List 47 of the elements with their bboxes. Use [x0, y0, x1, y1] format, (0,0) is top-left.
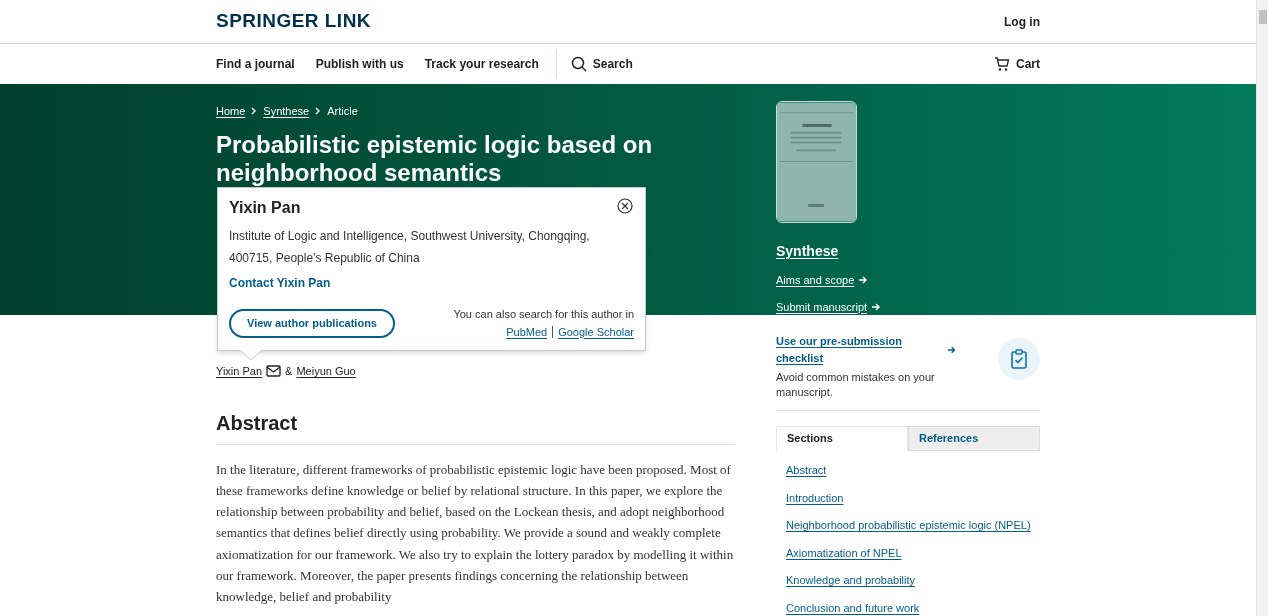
chevron-right-icon: [315, 107, 322, 116]
journal-link[interactable]: Submit manuscript: [776, 298, 882, 315]
nav-link[interactable]: Track your research: [424, 55, 539, 74]
author-affiliation: Institute of Logic and Intelligence, Southwest University, Chongqing, 400715, People’s Republic of China: [229, 228, 591, 267]
arrow-right-icon: [858, 275, 869, 286]
contact-author-link[interactable]: Contact Yixin Pan: [229, 274, 634, 292]
nav-link[interactable]: Find a journal: [216, 55, 295, 74]
section-link[interactable]: Conclusion and future work: [786, 599, 1040, 616]
section-link[interactable]: Abstract: [786, 462, 1040, 479]
arrow-right-icon: [946, 344, 956, 355]
search-note: You can also search for this author in: [453, 307, 634, 322]
popover-author-name: Yixin Pan: [229, 198, 301, 218]
site-logo[interactable]: SPRINGER LINK: [216, 7, 372, 36]
search-link[interactable]: Search: [570, 55, 633, 74]
arrow-right-icon: [871, 301, 882, 312]
author-search-link[interactable]: PubMed: [506, 323, 548, 340]
breadcrumb-link[interactable]: Home: [216, 103, 246, 120]
search-icon: [570, 56, 587, 73]
section-heading: Abstract: [216, 407, 735, 445]
scrollbar[interactable]: [1256, 0, 1268, 616]
author-search-link[interactable]: Google Scholar: [558, 323, 634, 340]
section-link[interactable]: Axiomatization of NPEL: [786, 544, 1040, 561]
section-link[interactable]: Introduction: [786, 489, 1040, 506]
author-separator: &: [285, 364, 293, 379]
checklist-link[interactable]: Use our pre-submission checklist: [776, 333, 956, 366]
chevron-right-icon: [251, 107, 258, 116]
view-publications-button[interactable]: View author publications: [229, 308, 395, 338]
checklist-text: Avoid common mistakes on your manuscript.: [776, 370, 936, 400]
journal-link[interactable]: Aims and scope: [776, 272, 882, 289]
breadcrumb-current: Article: [327, 104, 358, 119]
checklist-icon: [998, 338, 1040, 380]
email-icon[interactable]: [266, 365, 282, 378]
article-title: Probabilistic epistemic logic based on neighborhood semantics: [216, 130, 654, 187]
cart-link[interactable]: Cart: [994, 55, 1040, 74]
cart-icon: [994, 56, 1010, 73]
author-link[interactable]: Meiyun Guo: [296, 363, 356, 380]
section-link[interactable]: Knowledge and probability: [786, 572, 1040, 589]
nav-link[interactable]: Publish with us: [315, 55, 404, 74]
close-button[interactable]: [617, 198, 633, 214]
author-link[interactable]: Yixin Pan: [216, 363, 263, 380]
login-link[interactable]: Log in: [1004, 12, 1040, 31]
journal-link[interactable]: Synthese: [776, 241, 882, 262]
sidebar-tab[interactable]: Sections: [776, 426, 908, 451]
section-link[interactable]: Neighborhood probabilistic epistemic logic (NPEL): [786, 517, 1040, 534]
abstract-text: In the literature, different frameworks of probabilistic epistemic logic have been proposed. Most of these frameworks define knowledge or belief by relational structure. In this paper, we explore the relationship between probability and belief, based on the Lockean thesis, and adopt neighborhood semantics that defines belief directly using probability. We provide a sound and weakly complete axiomatization for our framework. We also try to explain the lottery paradox by modelling it within our framework. Moreover, the paper presents findings concerning the relationship between knowledge, belief and probability: [216, 460, 735, 607]
sidebar-tab[interactable]: References: [908, 426, 1040, 451]
breadcrumb-link[interactable]: Synthese: [263, 103, 310, 120]
